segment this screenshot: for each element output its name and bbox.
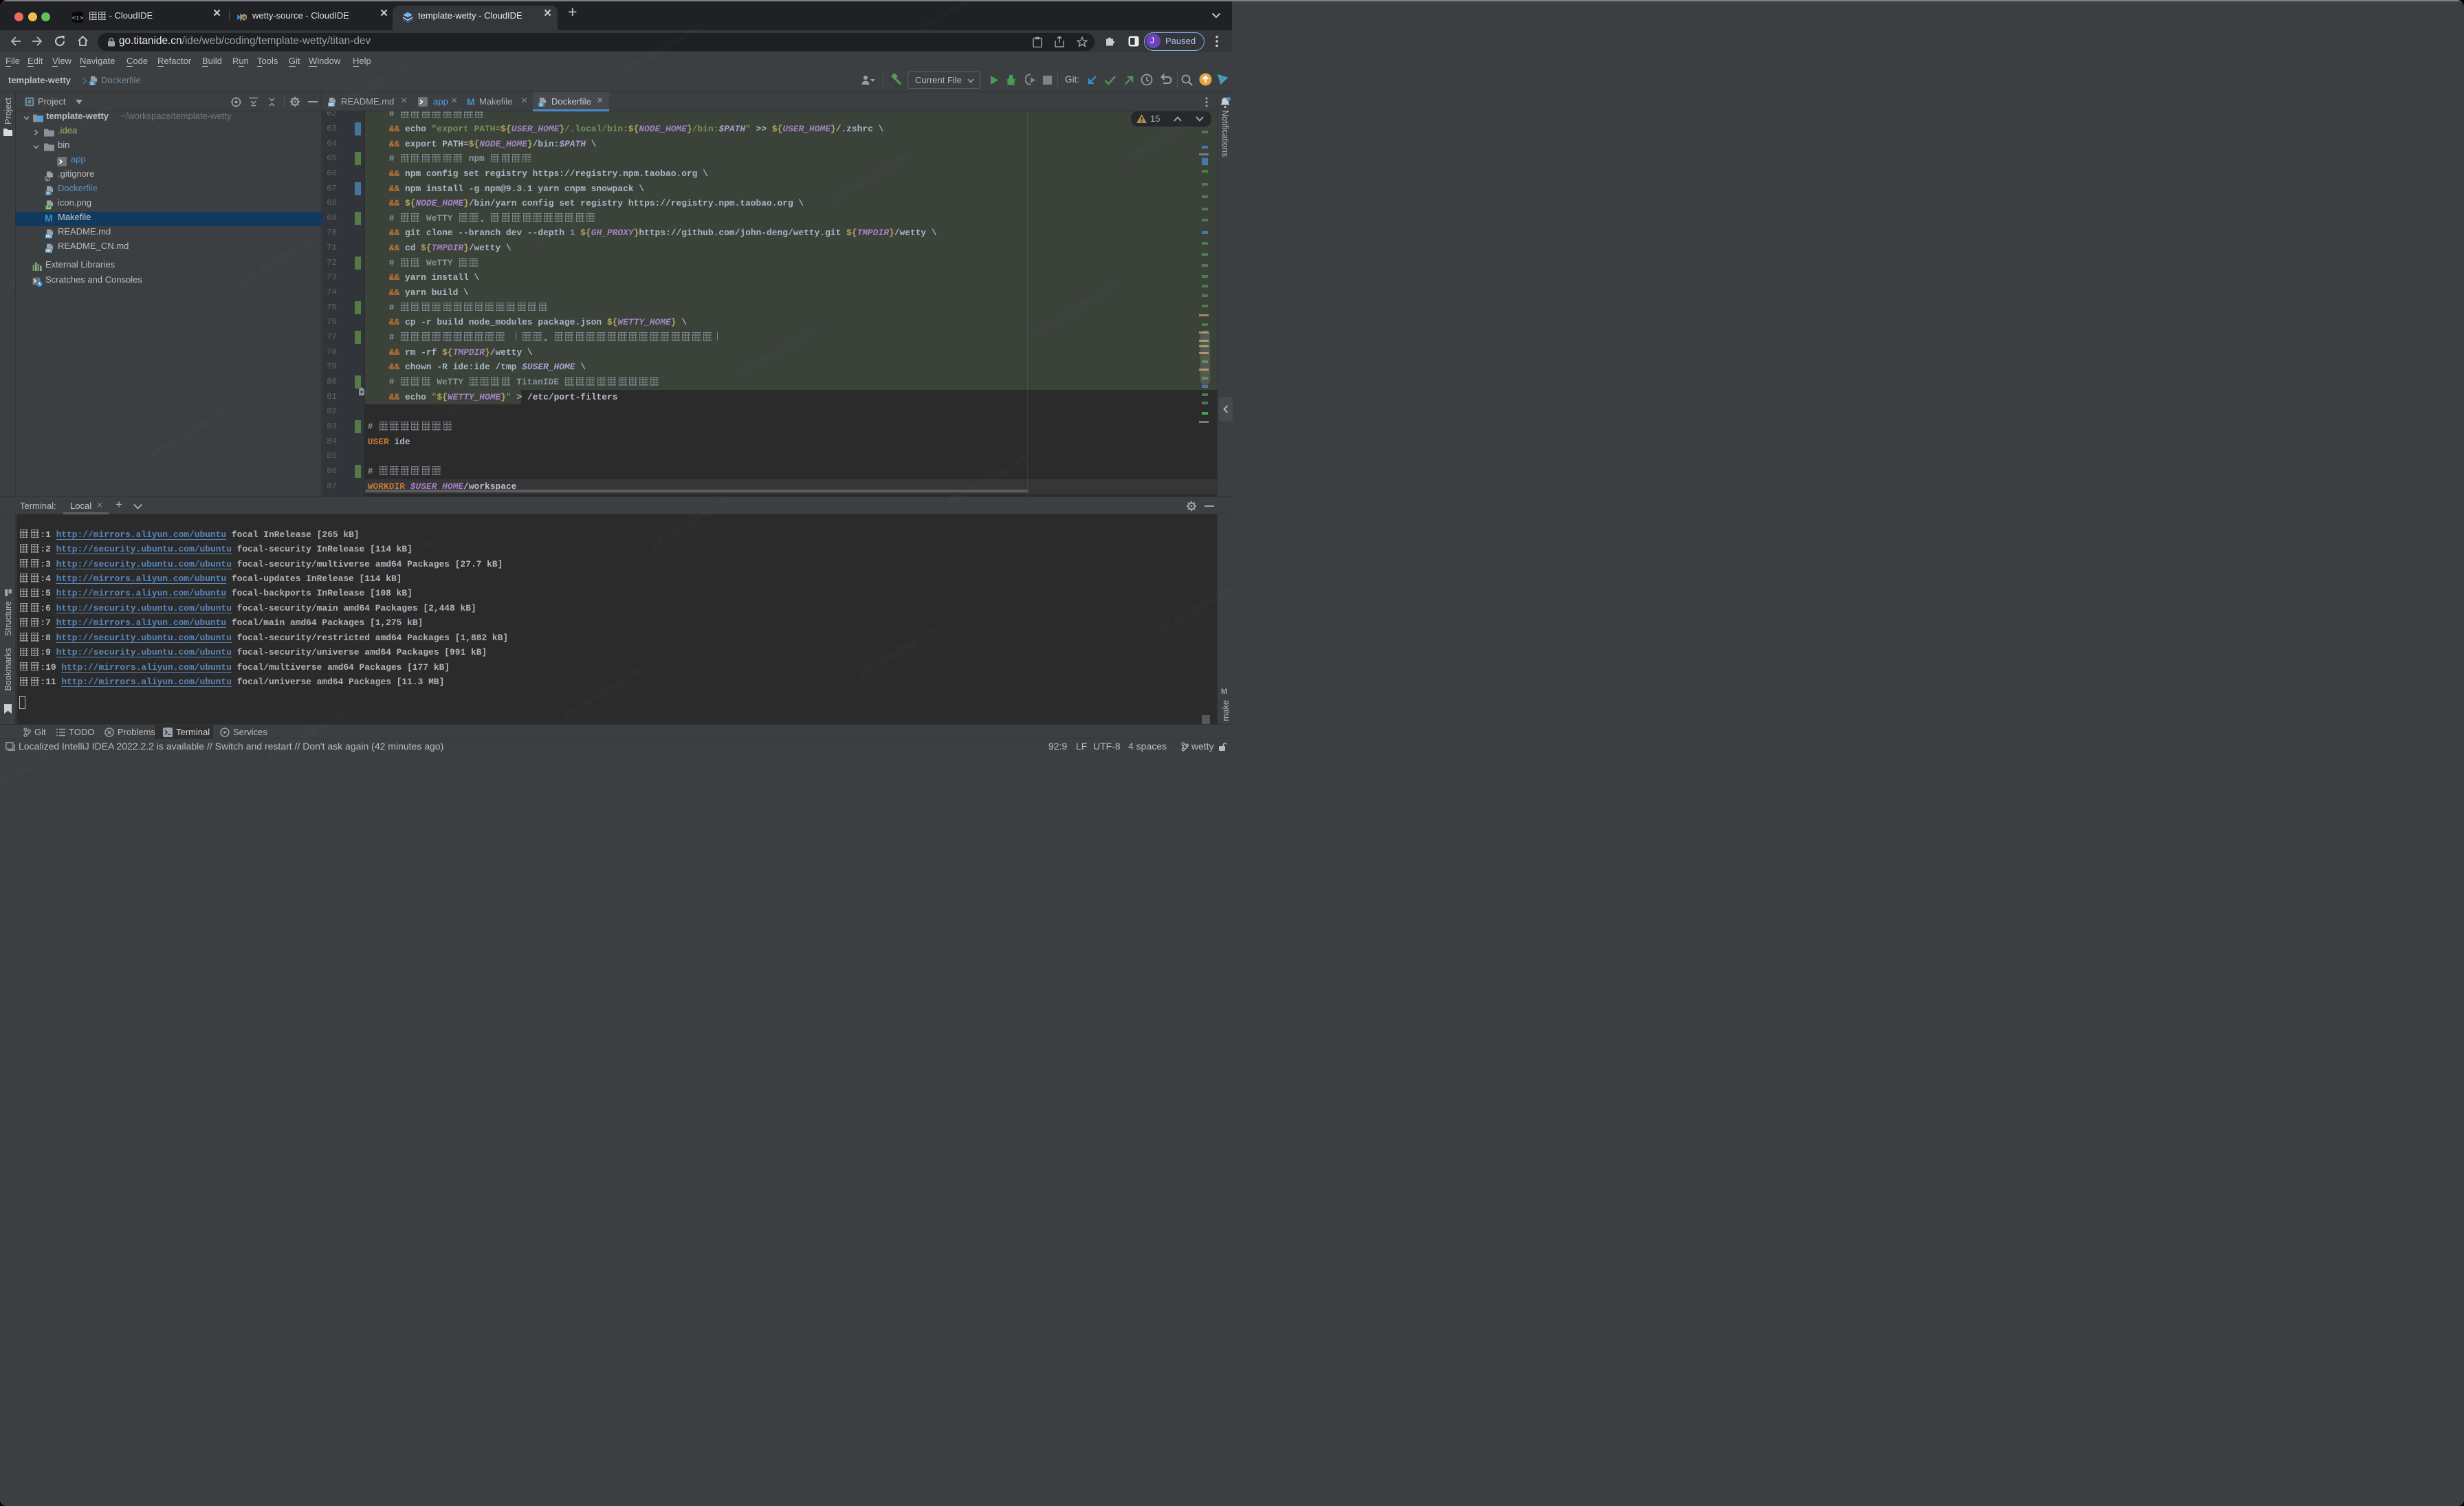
svg-text:</>: </> [404,14,410,18]
svg-text:MD: MD [329,103,334,107]
svg-text:D: D [540,103,542,107]
svg-text:MD: MD [46,249,52,253]
svg-text:D: D [91,82,94,86]
svg-text:<t>: <t> [72,15,83,22]
svg-text:JS: JS [241,17,246,21]
